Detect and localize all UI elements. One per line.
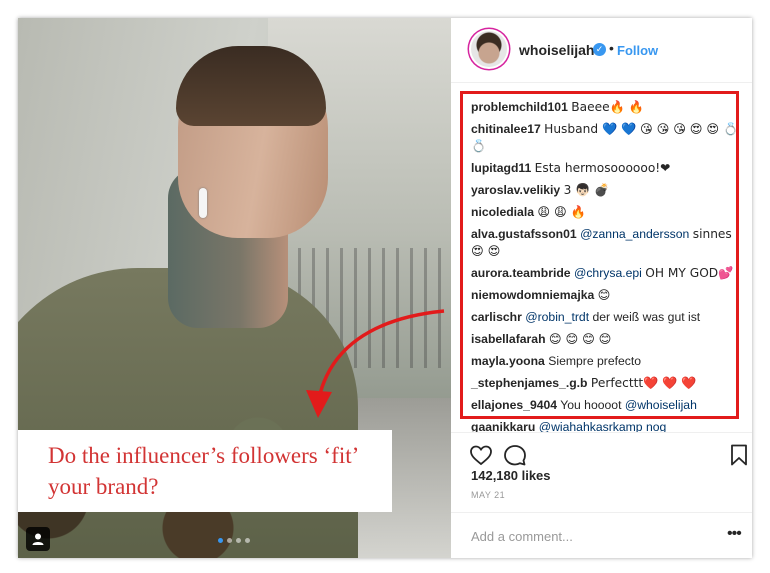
comment-input[interactable]	[471, 526, 701, 546]
follow-button[interactable]: Follow	[617, 43, 658, 58]
comment-user[interactable]: aurora.teambride	[471, 266, 571, 280]
comment-user[interactable]: alva.gustafsson01	[471, 227, 577, 241]
list-item: gaanikkaru @wiahahkasrkamp nog	[471, 419, 741, 432]
list-item: _stephenjames_.g.b Perfecttt❤️ ❤️ ❤️	[471, 375, 741, 392]
comment-user[interactable]: nicolediala	[471, 205, 534, 219]
comment-user[interactable]: _stephenjames_.g.b	[471, 376, 588, 390]
list-item: carlischr @robin_trdt der weiß was gut i…	[471, 309, 741, 326]
comment-text: Baeee🔥 🔥	[571, 100, 644, 114]
list-item: nicolediala 😩 😩 🔥	[471, 204, 741, 221]
comment-user[interactable]: niemowdomniemajka	[471, 288, 594, 302]
list-item: chitinalee17 Husband 💙 💙 😘 😘 😘 😍 😍 💍 💍	[471, 121, 741, 155]
comments-list[interactable]: problemchild101 Baeee🔥 🔥 chitinalee17 Hu…	[451, 88, 752, 432]
post-side-panel: whoiselijah ✓ • Follow problemchild101 B…	[451, 18, 752, 558]
user-tag-icon[interactable]	[26, 527, 50, 551]
comment-text: Siempre prefecto	[548, 354, 642, 368]
comment-text: OH MY GOD💕	[645, 266, 734, 280]
username[interactable]: whoiselijah	[519, 42, 594, 58]
post-header: whoiselijah ✓ • Follow	[451, 18, 752, 83]
add-comment-bar: •••	[451, 512, 752, 559]
comment-mention[interactable]: @whoiselijah	[625, 398, 697, 412]
list-item: yaroslav.velikiy 3 👦🏻 💣	[471, 182, 741, 199]
comment-text: You hoooot	[560, 398, 622, 412]
post-photo[interactable]: Do the influencer’s followers ‘fit’ your…	[18, 18, 451, 558]
list-item: isabellafarah 😊 😊 😊 😊	[471, 331, 741, 348]
instagram-post-card: Do the influencer’s followers ‘fit’ your…	[18, 18, 752, 558]
comment-user[interactable]: ellajones_9404	[471, 398, 557, 412]
list-item	[471, 88, 741, 94]
list-item: ellajones_9404 You hoooot @whoiselijah	[471, 397, 741, 414]
post-date: MAY 21	[471, 490, 506, 500]
earbud	[199, 188, 207, 218]
list-item: mayla.yoona Siempre prefecto	[471, 353, 741, 370]
comment-user[interactable]: gaanikkaru	[471, 420, 535, 432]
verified-icon: ✓	[593, 43, 606, 56]
comment-user[interactable]: problemchild101	[471, 100, 568, 114]
carousel-dot	[227, 538, 232, 543]
comment-user[interactable]: yaroslav.velikiy	[471, 183, 560, 197]
comment-text: 😩 😩 🔥	[537, 205, 586, 219]
comment-text: 3 👦🏻 💣	[563, 183, 610, 197]
heart-icon[interactable]	[469, 443, 493, 467]
avatar[interactable]	[471, 31, 507, 67]
comments: problemchild101 Baeee🔥 🔥 chitinalee17 Hu…	[471, 88, 741, 432]
overlay-caption: Do the influencer’s followers ‘fit’ your…	[48, 443, 358, 499]
post-actions	[451, 432, 752, 473]
comment-mention[interactable]: @zanna_andersson	[580, 227, 689, 241]
comment-mention[interactable]: @robin_trdt	[525, 310, 589, 324]
list-item: aurora.teambride @chrysa.epi OH MY GOD💕	[471, 265, 741, 282]
comment-text: der weiß was gut ist	[592, 310, 701, 324]
carousel-indicator	[218, 538, 250, 543]
list-item: problemchild101 Baeee🔥 🔥	[471, 99, 741, 116]
comment-user[interactable]: carlischr	[471, 310, 522, 324]
carousel-dot	[236, 538, 241, 543]
comment-user[interactable]: isabellafarah	[471, 332, 546, 346]
list-item: alva.gustafsson01 @zanna_andersson sinne…	[471, 226, 741, 260]
likes-count[interactable]: 142,180 likes	[471, 468, 551, 483]
carousel-dot	[218, 538, 223, 543]
comment-mention[interactable]: @chrysa.epi	[574, 266, 642, 280]
comment-mention[interactable]: @wiahahkasrkamp nog	[539, 420, 667, 432]
comment-text: 😊	[597, 288, 611, 302]
more-icon[interactable]: •••	[727, 525, 742, 543]
comment-text: 😊 😊 😊 😊	[548, 332, 612, 346]
comment-text: Esta hermosoooooo!❤	[534, 161, 671, 175]
comment-user[interactable]: chitinalee17	[471, 122, 541, 136]
comment-user[interactable]: lupitagd11	[471, 161, 531, 175]
comment-text: Perfecttt❤️ ❤️ ❤️	[590, 376, 697, 390]
separator: •	[609, 40, 614, 56]
list-item: niemowdomniemajka 😊	[471, 287, 741, 304]
carousel-dot	[245, 538, 250, 543]
list-item: lupitagd11 Esta hermosoooooo!❤	[471, 160, 741, 177]
bookmark-icon[interactable]	[727, 443, 751, 467]
comment-user[interactable]: mayla.yoona	[471, 354, 545, 368]
comment-icon[interactable]	[503, 443, 527, 467]
